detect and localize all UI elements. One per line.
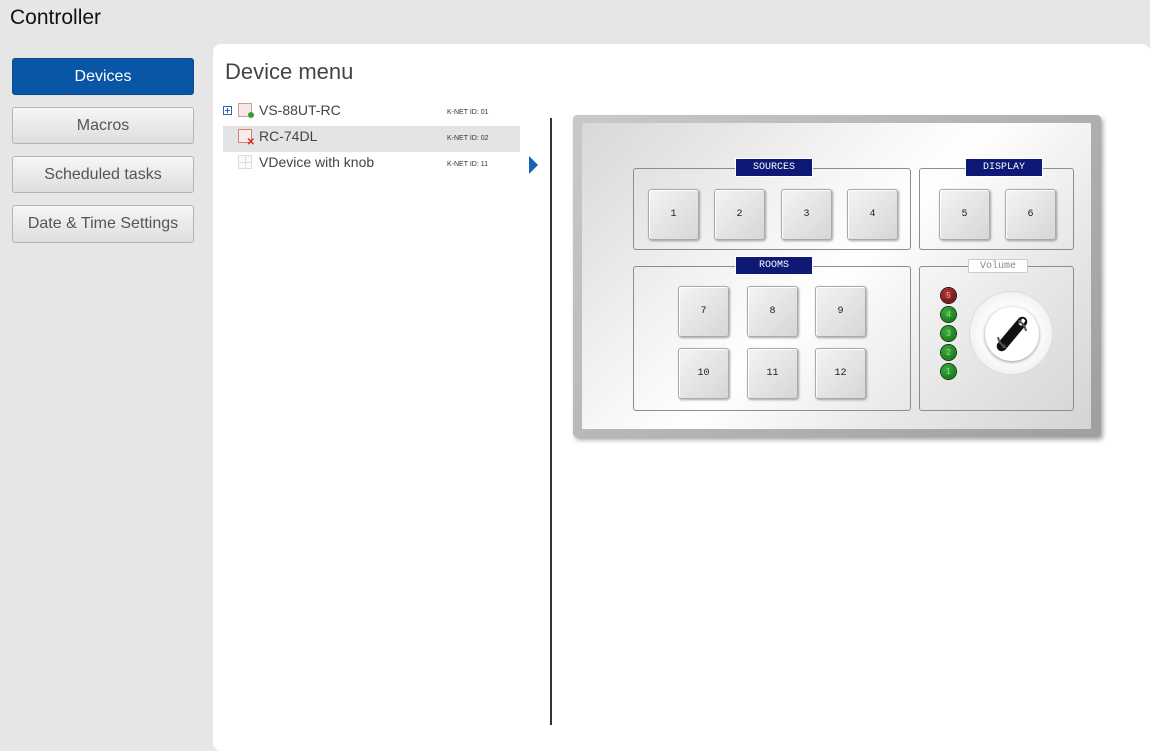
rooms-group: ROOMS 7 8 9 10 11 12 (633, 256, 911, 411)
key-3[interactable]: 3 (781, 189, 832, 240)
knet-id: K-NET ID: 01 (447, 109, 489, 116)
tree-item-label: RC-74DL (259, 128, 318, 144)
device-panel: SOURCES 1 2 3 4 DISPLAY 5 6 ROOMS 7 8 9 … (573, 115, 1101, 437)
panel-splitter[interactable] (550, 118, 552, 725)
collapse-arrow-icon[interactable] (529, 156, 538, 174)
sources-label: SOURCES (735, 158, 813, 177)
display-label: DISPLAY (965, 158, 1043, 177)
device-online-icon (238, 103, 254, 118)
page-title: Device menu (225, 59, 354, 84)
sources-group: SOURCES 1 2 3 4 (633, 158, 911, 250)
nav-devices-button[interactable]: Devices (12, 58, 194, 95)
rooms-label: ROOMS (735, 256, 813, 275)
display-group: DISPLAY 5 6 (919, 158, 1074, 250)
key-12[interactable]: 12 (815, 348, 866, 399)
tree-item-label: VDevice with knob (259, 154, 375, 170)
volume-label: Volume (968, 259, 1028, 273)
volume-led-1: 1 (941, 364, 956, 379)
device-tree: VS-88UT-RC K-NET ID: 01 RC-74DL K-NET ID… (223, 100, 520, 178)
key-11[interactable]: 11 (747, 348, 798, 399)
volume-led-4: 4 (941, 307, 956, 322)
key-2[interactable]: 2 (714, 189, 765, 240)
key-8[interactable]: 8 (747, 286, 798, 337)
main-panel: Device menu VS-88UT-RC K-NET ID: 01 RC-7… (213, 44, 1150, 751)
sidebar: Devices Macros Scheduled tasks Date & Ti… (12, 58, 194, 255)
key-7[interactable]: 7 (678, 286, 729, 337)
tree-item-vs-88ut-rc[interactable]: VS-88UT-RC K-NET ID: 01 (223, 100, 520, 126)
volume-led-3: 3 (941, 326, 956, 341)
key-5[interactable]: 5 (939, 189, 990, 240)
expand-icon[interactable] (223, 106, 232, 115)
tree-item-rc-74dl[interactable]: RC-74DL K-NET ID: 02 (223, 126, 520, 152)
device-face: SOURCES 1 2 3 4 DISPLAY 5 6 ROOMS 7 8 9 … (582, 123, 1091, 429)
nav-scheduled-tasks-button[interactable]: Scheduled tasks (12, 156, 194, 193)
key-10[interactable]: 10 (678, 348, 729, 399)
virtual-device-icon (238, 155, 252, 169)
rotate-knob-icon (996, 316, 1028, 352)
tree-item-label: VS-88UT-RC (259, 102, 341, 118)
knet-id: K-NET ID: 02 (447, 135, 489, 142)
volume-knob-base (969, 291, 1053, 375)
app-title: Controller (10, 6, 102, 29)
key-1[interactable]: 1 (648, 189, 699, 240)
nav-macros-button[interactable]: Macros (12, 107, 194, 144)
volume-led-2: 2 (941, 345, 956, 360)
key-4[interactable]: 4 (847, 189, 898, 240)
volume-knob[interactable] (985, 307, 1039, 361)
device-error-icon (238, 129, 255, 148)
volume-led-5: 5 (941, 288, 956, 303)
key-6[interactable]: 6 (1005, 189, 1056, 240)
tree-item-vdevice-with-knob[interactable]: VDevice with knob K-NET ID: 11 (223, 152, 520, 178)
nav-date-time-settings-button[interactable]: Date & Time Settings (12, 205, 194, 243)
knet-id: K-NET ID: 11 (447, 161, 488, 168)
key-9[interactable]: 9 (815, 286, 866, 337)
volume-group: Volume 5 4 3 2 1 (919, 259, 1074, 411)
